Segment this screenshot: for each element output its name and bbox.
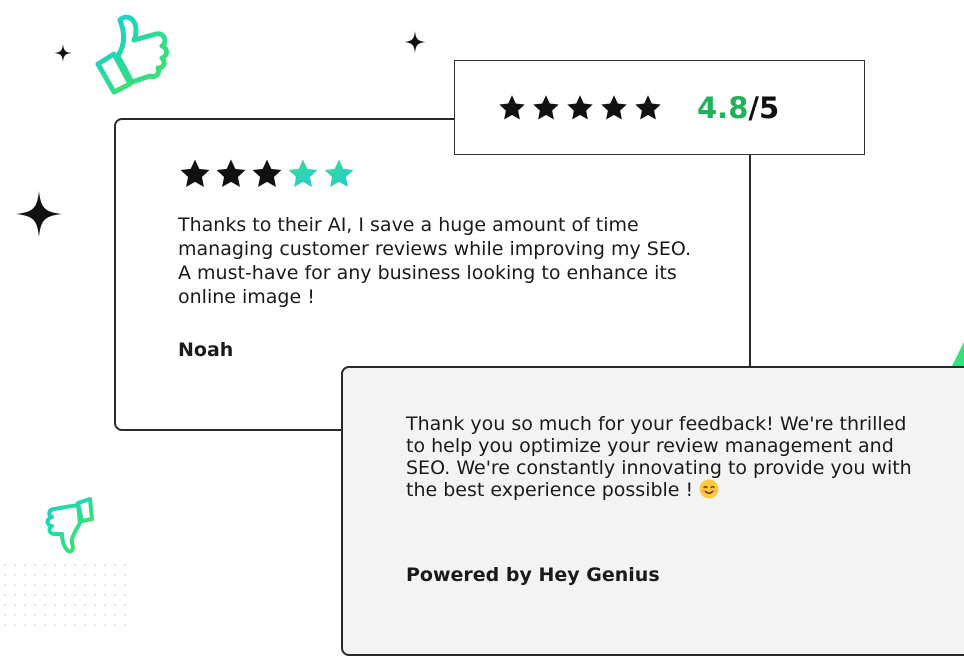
star-icon — [599, 93, 629, 123]
star-icon — [286, 157, 320, 191]
star-icon — [633, 93, 663, 123]
overall-star-rating — [497, 93, 663, 123]
sparkle-icon — [54, 44, 72, 62]
thumbs-down-icon — [45, 497, 94, 554]
review-star-rating — [178, 157, 356, 191]
review-author: Noah — [178, 339, 234, 361]
powered-by-label: Powered by Hey Genius — [406, 564, 660, 586]
star-icon — [531, 93, 561, 123]
rating-value: 4.8 — [697, 90, 749, 125]
star-icon — [497, 93, 527, 123]
sparkle-icon — [16, 191, 62, 237]
smiling-face-icon — [699, 479, 719, 499]
reply-text-block: Thank you so much for your feedback! We'… — [406, 413, 926, 501]
overall-rating-box: 4.8/5 — [454, 60, 865, 155]
thumbs-up-icon — [95, 14, 169, 95]
review-text: Thanks to their AI, I save a huge amount… — [178, 214, 692, 308]
star-icon — [214, 157, 248, 191]
dot-pattern — [0, 560, 130, 626]
star-icon — [178, 157, 212, 191]
sparkle-icon — [404, 31, 426, 53]
reply-card: Thank you so much for your feedback! We'… — [341, 366, 964, 656]
rating-score: 4.8/5 — [697, 91, 779, 125]
rating-suffix: /5 — [748, 90, 780, 125]
reply-text: Thank you so much for your feedback! We'… — [406, 413, 912, 501]
star-icon — [250, 157, 284, 191]
star-icon — [322, 157, 356, 191]
star-icon — [565, 93, 595, 123]
